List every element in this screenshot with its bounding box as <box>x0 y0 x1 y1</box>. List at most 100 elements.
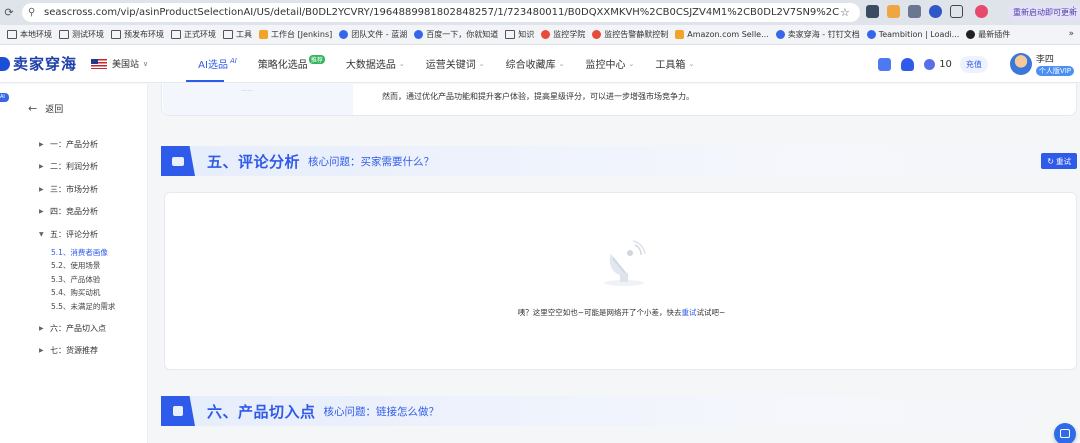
back-button[interactable]: ← 返回 <box>28 102 63 115</box>
bookmark-item[interactable]: 本地环境 <box>7 29 52 40</box>
more-menu-icon[interactable]: ⋮ <box>1069 6 1078 16</box>
bookmark-item[interactable]: Amazon.com Selle... <box>675 30 769 39</box>
retry-button[interactable]: ↻ 重试 <box>1041 153 1077 169</box>
baidu-icon <box>414 30 424 39</box>
submenu-usage-scenario[interactable]: 5.2、使用场景 <box>39 259 144 273</box>
submenu-consumer-profile[interactable]: 5.1、消费者画像 <box>39 246 144 260</box>
previous-section-card: —— 然而，通过优化产品功能和提升客户体验，提高星级评分，可以进一步增强市场竞争… <box>161 84 1077 116</box>
section-header-entry-point: 六、产品切入点 核心问题：链接怎么做？ <box>161 396 1077 426</box>
main-nav: AI选品 AI 策略化选品 推荐 大数据选品 ⌄ 运营关键词 ⌄ 综合收藏库 ⌄ 监控中心… <box>198 55 715 72</box>
nav-active-indicator <box>186 80 224 82</box>
bookmark-item[interactable]: 最新插件 <box>966 29 1010 40</box>
comment-icon <box>161 146 195 176</box>
triangle-right-icon: ▶ <box>39 140 44 148</box>
help-chat-icon[interactable] <box>1054 423 1076 443</box>
logo[interactable]: 卖家穿海 <box>0 53 77 74</box>
extensions-puzzle-icon[interactable] <box>950 5 963 18</box>
section-header-review: 五、评论分析 核心问题：买家需要什么？ ↻ 重试 <box>161 146 1077 176</box>
monitor-icon <box>541 30 551 39</box>
folder-icon <box>223 30 233 39</box>
bookmark-item[interactable]: 卖家穿海 - 钉钉文档 <box>775 29 860 40</box>
main-content: —— 然而，通过优化产品功能和提升客户体验，提高星级评分，可以进一步增强市场竞争… <box>149 84 1080 443</box>
nav-monitor[interactable]: 监控中心 ⌄ <box>585 56 635 72</box>
bookmark-item[interactable]: 监控告警静默控制 <box>592 29 668 40</box>
profile-icon[interactable] <box>975 5 988 18</box>
submenu-product-experience[interactable]: 5.3、产品体验 <box>39 273 144 287</box>
submenu-unmet-needs[interactable]: 5.5、未满足的需求 <box>39 300 144 314</box>
retry-link[interactable]: 重试 <box>682 308 697 317</box>
nav-keywords[interactable]: 运营关键词 ⌄ <box>426 56 485 72</box>
menu-review-analysis[interactable]: ▼ 五：评论分析 <box>39 223 144 246</box>
coin-balance: 10 <box>924 58 952 70</box>
extension-icon[interactable] <box>929 5 942 18</box>
bookmark-item[interactable]: 监控学院 <box>541 29 585 40</box>
nav-strategy-selection[interactable]: 策略化选品 推荐 <box>258 55 325 71</box>
section-question: 核心问题：链接怎么做？ <box>323 405 440 418</box>
bookmark-item[interactable]: 知识 <box>505 29 534 40</box>
tasks-icon[interactable] <box>878 57 892 71</box>
bookmark-item[interactable]: 工作台 [Jenkins] <box>259 29 332 40</box>
chevron-down-icon: ⌄ <box>558 59 565 68</box>
bookmarks-bar: 本地环境 测试环境 预发布环境 正式环境 工具 工作台 [Jenkins] 团队… <box>0 25 1080 45</box>
submenu-purchase-motive[interactable]: 5.4、购买动机 <box>39 286 144 300</box>
menu-sourcing[interactable]: ▶ 七：货源推荐 <box>39 340 144 363</box>
satellite-dish-icon <box>604 240 646 286</box>
site-selector[interactable]: 美国站 ∨ <box>91 57 148 70</box>
star-icon[interactable]: ☆ <box>840 6 854 19</box>
nav-bigdata-selection[interactable]: 大数据选品 ⌄ <box>346 56 405 72</box>
bookmarks-more-button[interactable]: » <box>1068 29 1074 39</box>
logo-mark-icon <box>0 56 10 71</box>
app-header: 卖家穿海 美国站 ∨ AI选品 AI 策略化选品 推荐 大数据选品 ⌄ 运营关键词 ⌄ … <box>0 45 1080 83</box>
nav-favorites[interactable]: 综合收藏库 ⌄ <box>506 56 565 72</box>
recharge-button[interactable]: 充值 <box>959 55 988 73</box>
extension-icon[interactable] <box>887 5 900 18</box>
new-badge: 推荐 <box>308 55 325 64</box>
cut-icon <box>161 396 195 426</box>
extension-icon[interactable] <box>866 5 879 18</box>
us-flag-icon <box>91 58 108 69</box>
section-conclusion: 然而，通过优化产品功能和提升客户体验，提高星级评分，可以进一步增强市场竞争力。 <box>382 92 694 101</box>
chevron-down-icon: ⌄ <box>628 59 635 68</box>
menu-product-analysis[interactable]: ▶ 一：产品分析 <box>39 133 144 156</box>
github-icon <box>966 30 976 39</box>
bookmark-item[interactable]: 工具 <box>223 29 252 40</box>
coin-icon <box>924 58 936 70</box>
menu-market-analysis[interactable]: ▶ 三：市场分析 <box>39 178 144 201</box>
folder-icon <box>59 30 69 39</box>
empty-message: 咦？这里空空如也~可能是网络开了个小差，快去重试试试吧~ <box>517 308 726 317</box>
bookmark-item[interactable]: 预发布环境 <box>111 29 164 40</box>
bell-icon[interactable] <box>901 57 915 71</box>
menu-product-entry-point[interactable]: ▶ 六：产品切入点 <box>39 317 144 340</box>
bookmark-item[interactable]: 测试环境 <box>59 29 104 40</box>
empty-state-card: 咦？这里空空如也~可能是网络开了个小差，快去重试试试吧~ <box>164 192 1077 370</box>
monitor-icon <box>592 30 602 39</box>
back-arrow-icon: ← <box>28 102 38 115</box>
bookmark-item[interactable]: 百度一下，你就知道 <box>414 29 498 40</box>
triangle-right-icon: ▶ <box>39 324 44 332</box>
tune-icon[interactable]: ⚲ <box>28 7 40 19</box>
vip-badge: 个人版VIP <box>1035 66 1074 76</box>
bookmark-item[interactable]: Teambition | Loadi... <box>866 30 959 39</box>
outline-menu: ▶ 一：产品分析 ▶ 二：利润分析 ▶ 三：市场分析 ▶ 四：竞品分析 ▼ 五：评论分析 … <box>39 133 144 362</box>
menu-profit-analysis[interactable]: ▶ 二：利润分析 <box>39 156 144 179</box>
folder-icon <box>505 30 516 39</box>
extension-icon[interactable] <box>908 5 921 18</box>
chevron-down-icon: ⌄ <box>398 59 405 68</box>
section-title: 六、产品切入点 <box>207 402 316 421</box>
address-bar[interactable]: ⚲ seascross.com/vip/asinProductSelection… <box>22 3 860 22</box>
amazon-icon <box>675 30 685 39</box>
section-title: 五、评论分析 <box>207 152 301 171</box>
url-text[interactable]: seascross.com/vip/asinProductSelectionAI… <box>44 7 840 18</box>
bookmark-item[interactable]: 正式环境 <box>171 29 216 40</box>
avatar[interactable] <box>1009 53 1032 75</box>
sidebar-tag: AI <box>0 93 9 102</box>
reload-icon[interactable]: ⟳ <box>2 6 16 20</box>
nav-ai-selection[interactable]: AI选品 AI <box>198 56 237 72</box>
chevron-down-icon: ∨ <box>143 59 149 68</box>
jenkins-icon <box>259 30 268 39</box>
user-info[interactable]: 李四 个人版VIP <box>1035 52 1074 76</box>
menu-competitor-analysis[interactable]: ▶ 四：竞品分析 <box>39 201 144 224</box>
bookmark-item[interactable]: 团队文件 - 蓝湖 <box>339 29 407 40</box>
triangle-right-icon: ▶ <box>39 163 44 171</box>
nav-toolbox[interactable]: 工具箱 ⌄ <box>655 56 694 72</box>
